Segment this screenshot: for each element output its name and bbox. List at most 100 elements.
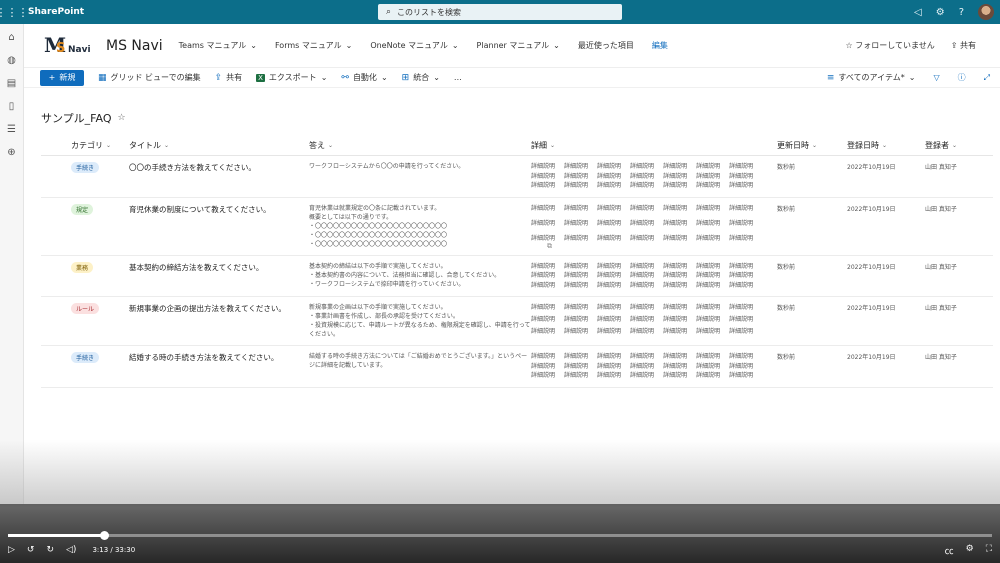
detail-text: 詳細説明 [564, 353, 589, 360]
title-cell[interactable]: 育児休業の制度について教えてください。 [129, 198, 309, 255]
document-icon[interactable]: ▯ [9, 101, 15, 112]
detail-text: 詳細説明 [597, 328, 622, 335]
play-icon[interactable]: ▷ [8, 545, 15, 555]
title-cell[interactable]: 新規事業の企画の提出方法を教えてください。 [129, 297, 309, 345]
list-grid: カテゴリ ⌄ タイトル ⌄ 答え ⌄ 詳細 ⌄ 更新日時 ⌄ 登録日時 ⌄ 登録者 ⌄ 手続き… [41, 136, 993, 388]
author-cell[interactable]: 山田 真知子 [925, 346, 997, 387]
nav-onenote-manual[interactable]: OneNote マニュアル ⌄ [370, 40, 458, 51]
detail-text: 詳細説明 [630, 272, 655, 279]
captions-icon[interactable]: ㏄ [945, 544, 954, 557]
site-title[interactable]: MS Navi [106, 38, 163, 54]
lists-icon[interactable]: ☰ [7, 124, 16, 135]
time-display: 3:13 / 33:30 [92, 546, 136, 554]
favorite-star-icon[interactable]: ☆ [117, 113, 125, 123]
detail-text: 詳細説明 [630, 372, 655, 379]
detail-text: 詳細説明 [729, 304, 754, 311]
detail-text: 詳細説明 [597, 372, 622, 379]
filter-icon[interactable]: ▽ [933, 73, 939, 82]
fullscreen-icon[interactable]: ⛶ [986, 544, 992, 557]
suite-bar: ⋮⋮⋮ SharePoint ⌕ このリストを検索 ◁ ⚙ ? [0, 0, 1000, 24]
col-updated[interactable]: 更新日時 ⌄ [777, 140, 847, 151]
detail-text: 詳細説明 [564, 272, 589, 279]
author-cell[interactable]: 山田 真知子 [925, 156, 997, 197]
title-cell[interactable]: 〇〇の手続き方法を教えてください。 [129, 156, 309, 197]
search-box[interactable]: ⌕ このリストを検索 [378, 4, 622, 20]
rewind-icon[interactable]: ↺ [27, 545, 35, 555]
share-site-button[interactable]: ⇪ 共有 [951, 40, 976, 51]
col-title[interactable]: タイトル ⌄ [129, 140, 309, 151]
detail-text: 詳細説明 [696, 281, 721, 289]
title-cell[interactable]: 結婚する時の手続き方法を教えてください。 [129, 346, 309, 387]
detail-text: 詳細説明 [564, 328, 589, 335]
forward-icon[interactable]: ↻ [46, 545, 54, 555]
author-cell[interactable]: 山田 真知子 [925, 198, 997, 255]
video-progress-bar[interactable] [8, 531, 992, 540]
help-icon[interactable]: ? [959, 7, 964, 18]
app-launcher-icon[interactable]: ⋮⋮⋮ [0, 0, 29, 24]
app-name[interactable]: SharePoint [28, 7, 84, 17]
detail-text: 詳細説明 [729, 362, 754, 370]
nav-teams-manual[interactable]: Teams マニュアル ⌄ [179, 40, 257, 51]
chevron-down-icon: ⌄ [812, 142, 818, 149]
category-badge: 業務 [71, 261, 94, 273]
author-cell[interactable]: 山田 真知子 [925, 256, 997, 297]
col-created[interactable]: 登録日時 ⌄ [847, 140, 925, 151]
col-category[interactable]: カテゴリ ⌄ [71, 140, 129, 151]
open-in-new-icon[interactable]: ⧉ [547, 242, 552, 251]
table-row[interactable]: 手続き 結婚する時の手続き方法を教えてください。 結婚する時の手続き方法については「… [41, 346, 993, 388]
create-icon[interactable]: ⊕ [7, 147, 15, 158]
gear-icon[interactable]: ⚙ [936, 7, 945, 18]
table-row[interactable]: 手続き 〇〇の手続き方法を教えてください。 ワークフローシステムから〇〇の申請を行っ… [41, 156, 993, 198]
category-badge: 規定 [71, 203, 94, 215]
new-button[interactable]: + 新規 [40, 69, 84, 86]
home-icon[interactable]: ⌂ [8, 32, 14, 43]
info-icon[interactable]: ⓘ [958, 72, 966, 83]
category-badge: 手続き [71, 352, 100, 363]
nav-recent[interactable]: 最近使った項目 [578, 40, 634, 51]
share-button[interactable]: ⇪ 共有 [215, 72, 243, 83]
detail-text: 詳細説明 [729, 163, 754, 170]
nav-forms-manual[interactable]: Forms マニュアル ⌄ [275, 40, 352, 51]
table-row[interactable]: ルール 新規事業の企画の提出方法を教えてください。 新規事業の企画は以下の手順で実施… [41, 297, 993, 346]
volume-icon[interactable]: ◁) [66, 545, 76, 555]
detail-text: 詳細説明 [663, 328, 688, 335]
col-answer[interactable]: 答え ⌄ [309, 140, 531, 151]
expand-icon[interactable]: ⤢ [984, 73, 990, 83]
col-detail[interactable]: 詳細 ⌄ [531, 140, 777, 151]
detail-text: 詳細説明 [564, 163, 589, 170]
detail-text: 詳細説明 [696, 163, 721, 170]
table-row[interactable]: 業務 基本契約の締結方法を教えてください。 基本契約の締結は以下の手順で実施してくだ… [41, 256, 993, 297]
detail-text: 詳細説明 [597, 353, 622, 360]
globe-icon[interactable]: ◍ [7, 55, 16, 66]
detail-text: 詳細説明 [696, 353, 721, 360]
news-icon[interactable]: ▤ [7, 78, 16, 89]
detail-text: 詳細説明 [729, 219, 754, 227]
category-badge: ルール [71, 303, 100, 314]
settings-icon[interactable]: ⚙ [966, 544, 974, 557]
list-rows: 手続き 〇〇の手続き方法を教えてください。 ワークフローシステムから〇〇の申請を行っ… [41, 156, 993, 388]
view-selector[interactable]: ≡ すべてのアイテム* ⌄ [827, 72, 916, 83]
author-cell[interactable]: 山田 真知子 [925, 297, 997, 345]
detail-text: 詳細説明 [696, 172, 721, 180]
detail-text: 詳細説明 [597, 219, 622, 227]
grid-edit-button[interactable]: ▦ グリッド ビューでの編集 [98, 72, 201, 83]
site-logo[interactable]: M S Navi [44, 33, 92, 59]
detail-text: 詳細説明 [564, 362, 589, 370]
automate-button[interactable]: ⚯ 自動化 ⌄ [341, 72, 387, 83]
title-cell[interactable]: 基本契約の締結方法を教えてください。 [129, 256, 309, 297]
integrate-button[interactable]: ⊞ 統合 ⌄ [402, 72, 440, 83]
edit-nav-link[interactable]: 編集 [652, 40, 668, 51]
megaphone-icon[interactable]: ◁ [914, 7, 922, 18]
updated-cell: 数秒前 [777, 205, 796, 213]
automate-icon: ⚯ [341, 72, 349, 83]
col-author[interactable]: 登録者 ⌄ [925, 140, 997, 151]
detail-text: 詳細説明 [663, 234, 688, 242]
follow-button[interactable]: ☆ フォローしていません [846, 40, 935, 51]
detail-text: 詳細説明 [630, 281, 655, 289]
export-button[interactable]: X エクスポート ⌄ [256, 72, 327, 83]
more-button[interactable]: … [454, 73, 462, 82]
excel-icon: X [256, 73, 265, 82]
nav-planner-manual[interactable]: Planner マニュアル ⌄ [477, 40, 560, 51]
table-row[interactable]: 規定 育児休業の制度について教えてください。 育児休業は就業規定の〇条に記載されてい… [41, 198, 993, 256]
avatar[interactable] [978, 4, 994, 20]
